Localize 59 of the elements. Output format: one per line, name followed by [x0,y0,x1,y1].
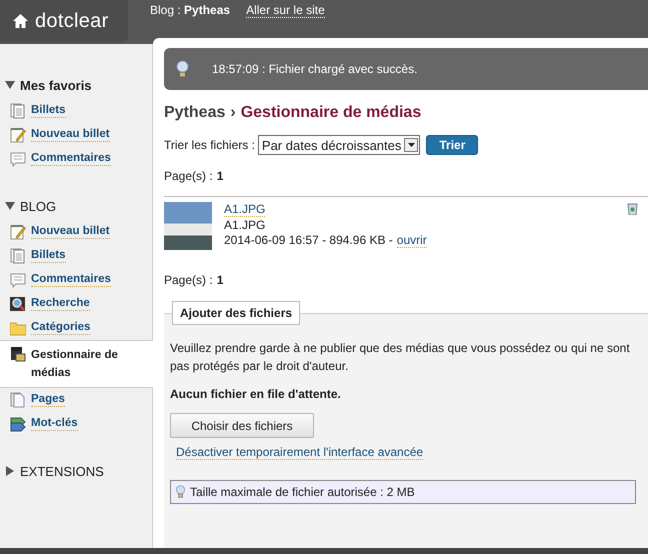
page-title: Gestionnaire de médias [240,104,422,122]
sidebar-item[interactable]: Nouveau billet [0,123,152,147]
upload-legend: Ajouter des fichiers [172,301,300,325]
max-size-info: Taille maximale de fichier autorisée : 2 MB [170,480,636,504]
disable-advanced-link[interactable]: Désactiver temporairement l'interface avancée [176,445,424,460]
success-notice: 18:57:09 : Fichier chargé avec succès. [164,48,648,90]
triangle-right-icon [5,466,15,476]
file-name: A1.JPG [224,218,266,232]
choose-files-button[interactable]: Choisir des fichiers [170,413,314,438]
file-link[interactable]: A1.JPG [224,202,266,217]
document-icon [10,103,26,119]
sidebar-item[interactable]: Recherche [0,292,152,316]
document-icon [10,248,26,264]
sidebar-item[interactable]: Nouveau billet [0,220,152,244]
home-icon [12,13,29,29]
sort-label: Trier les fichiers : [164,138,255,152]
lightbulb-icon [175,60,190,78]
lightbulb-icon [175,485,186,499]
sidebar-item[interactable]: Commentaires [0,268,152,292]
queue-status: Aucun fichier en file d'attente. [170,387,342,401]
logo[interactable]: dotclear [0,0,128,42]
sort-dropdown[interactable]: Par dates décroissantes [258,135,420,155]
photo-placeholder[interactable] [164,202,212,250]
logo-text: dotclear [35,10,109,32]
section-header[interactable]: Mes favoris [0,74,152,96]
breadcrumb-separator: › [230,104,236,122]
pages-label: Page(s) : [164,273,213,287]
page-number[interactable]: 1 [216,169,224,183]
tags-icon [10,416,26,432]
file-info: 2014-06-09 16:57 - 894.96 KB - [224,233,393,248]
speech-bubble-icon [10,272,26,288]
notepad-pencil-icon [10,127,26,143]
speech-bubble-icon [10,151,26,167]
sidebar-item[interactable]: Gestionnaire de médias [0,340,153,388]
notepad-pencil-icon [10,224,26,240]
sidebar-item[interactable]: Commentaires [0,147,152,171]
sidebar-item[interactable]: Billets [0,244,152,268]
sidebar-item[interactable]: Catégories [0,316,152,340]
open-link[interactable]: ouvrir [396,233,427,248]
triangle-down-icon [5,201,15,211]
section-header[interactable]: EXTENSIONS [0,460,152,482]
pages-label: Page(s) : [164,169,213,183]
folder-icon [10,320,26,336]
sidebar-item[interactable]: Mot-clés [0,412,152,436]
caret-icon [408,143,415,147]
sort-button[interactable]: Trier [426,135,478,155]
page-icon [10,392,26,408]
trash-icon[interactable] [627,203,638,215]
copyright-warning: Veuillez prendre garde à ne publier que des médias que vous possédez ou qui ne sont pas protégés par le droit d'auteur. [170,340,631,375]
sidebar-item[interactable]: Pages [0,388,152,412]
section-header[interactable]: BLOG [0,195,152,217]
clapperboard-icon [10,346,26,362]
blog-label: Blog : Pytheas [150,3,230,17]
site-link[interactable]: Aller sur le site [246,3,325,18]
breadcrumb-blog: Pytheas [164,104,226,122]
sidebar-item[interactable]: Billets [0,99,152,123]
page-number[interactable]: 1 [216,273,224,287]
triangle-down-icon [5,80,15,90]
magnifier-icon [10,296,26,312]
